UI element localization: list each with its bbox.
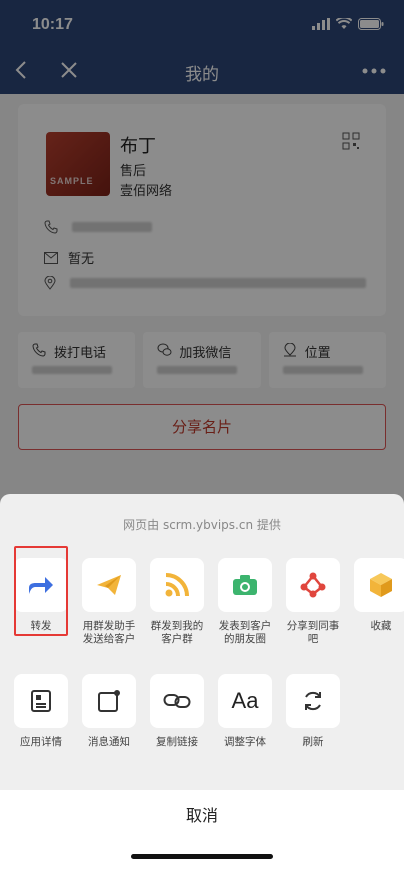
document-icon (31, 690, 51, 712)
message-notification[interactable]: 消息通知 (82, 674, 136, 749)
notification-icon (98, 690, 120, 712)
cube-icon (370, 573, 392, 597)
message-notification-label: 消息通知 (88, 736, 130, 748)
app-details[interactable]: 应用详情 (14, 674, 68, 749)
font-icon: Aa (231, 688, 259, 713)
share-moments[interactable]: 发表到客户的朋友圈 (218, 558, 272, 646)
share-sheet: 网页由 scrm.ybvips.cn 提供 转发 用群发助手发送给客户 群发到我… (0, 494, 404, 869)
provider-text: 网页由 scrm.ybvips.cn 提供 (123, 518, 281, 532)
camera-icon (233, 575, 257, 595)
share-mass-send-customers-label: 用群发助手发送给客户 (82, 620, 136, 645)
rss-icon (165, 573, 189, 597)
paper-plane-icon (97, 575, 121, 595)
share-favorite[interactable]: 收藏 (354, 558, 404, 646)
refresh-icon (305, 691, 321, 711)
app-details-label: 应用详情 (20, 736, 62, 748)
share-customer-groups-label: 群发到我的客户群 (150, 620, 204, 645)
home-indicator (131, 854, 273, 859)
cancel-area: 取消 (0, 790, 404, 869)
share-colleagues[interactable]: 分享到同事吧 (286, 558, 340, 646)
copy-link[interactable]: 复制链接 (150, 674, 204, 749)
adjust-font[interactable]: Aa 调整字体 (218, 674, 272, 749)
share-nodes-icon (300, 572, 326, 598)
selection-highlight (14, 546, 68, 636)
link-icon (163, 694, 191, 708)
share-row-secondary: 应用详情 消息通知 复制链接 Aa 调整字体 刷新 (14, 674, 340, 749)
cancel-button[interactable]: 取消 (0, 802, 404, 826)
adjust-font-label: 调整字体 (224, 736, 266, 748)
refresh-label: 刷新 (302, 736, 324, 748)
copy-link-label: 复制链接 (156, 736, 198, 748)
share-row-primary: 转发 用群发助手发送给客户 群发到我的客户群 发表到客户的朋友圈 分享到同事吧 (14, 558, 404, 646)
share-favorite-label: 收藏 (370, 620, 392, 632)
share-customer-groups[interactable]: 群发到我的客户群 (150, 558, 204, 646)
share-mass-send-customers[interactable]: 用群发助手发送给客户 (82, 558, 136, 646)
share-colleagues-label: 分享到同事吧 (286, 620, 340, 645)
share-moments-label: 发表到客户的朋友圈 (218, 620, 272, 645)
refresh[interactable]: 刷新 (286, 674, 340, 749)
